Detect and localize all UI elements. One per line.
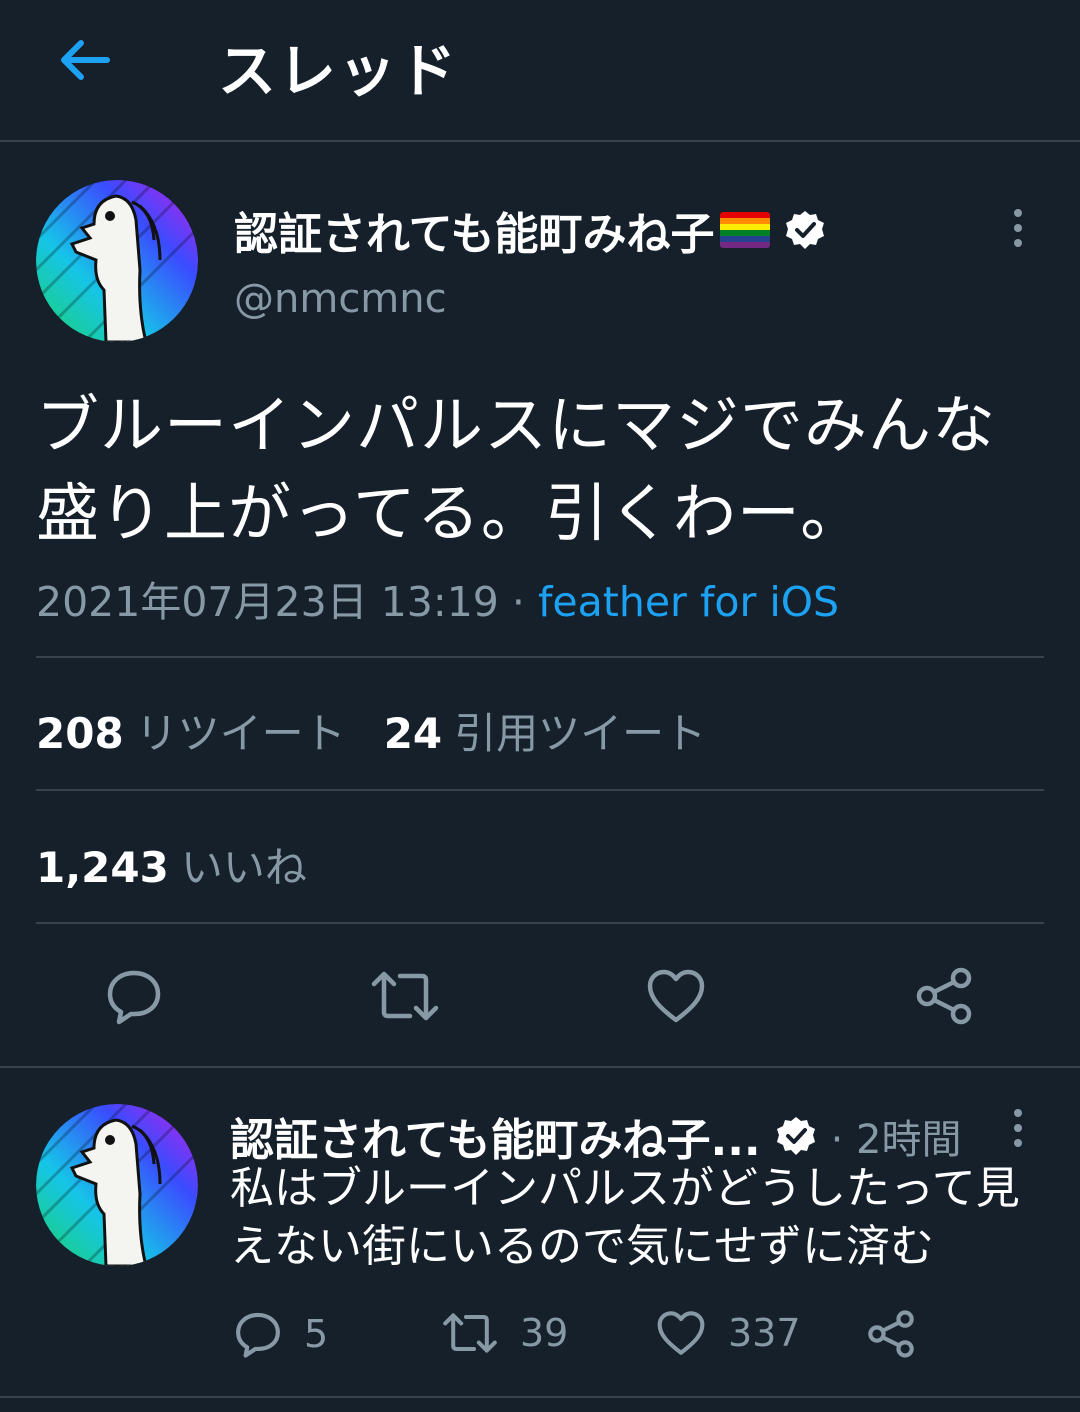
retweet-count: 39 <box>520 1311 569 1355</box>
share-icon <box>868 1310 914 1358</box>
reply-count: 5 <box>304 1312 329 1356</box>
reply-text: 私はブルーインパルスがどうしたって見えない街にいるので気にせずに済む <box>230 1163 1020 1272</box>
tweet-text: ブルーインパルスにマジでみんな 盛り上がってる。引くわー。 <box>36 389 996 550</box>
reply-button[interactable] <box>98 962 170 1030</box>
rainbow-flag-icon <box>720 212 771 248</box>
arrow-left-icon <box>61 40 110 80</box>
reply-icon <box>107 970 161 1025</box>
author-name-row[interactable]: 認証されても能町みね子 <box>234 198 826 262</box>
reply-more-options-icon[interactable] <box>1014 1109 1022 1147</box>
source-link[interactable]: feather for iOS <box>538 578 839 626</box>
retweet-button[interactable] <box>366 962 444 1030</box>
top-bar: スレッド <box>0 0 1080 142</box>
divider <box>0 1396 1080 1398</box>
reply-avatar[interactable] <box>36 1104 198 1266</box>
reply-display-name: 認証されても能町みね子... <box>230 1115 761 1166</box>
reply-icon <box>236 1312 280 1358</box>
like-count: 337 <box>728 1311 801 1355</box>
reply-author-row[interactable]: 認証されても能町みね子... · 2時間 <box>230 1104 962 1168</box>
divider <box>36 656 1044 658</box>
reply-reply-button[interactable]: 5 <box>234 1310 328 1358</box>
divider <box>36 789 1044 791</box>
heart-icon <box>647 969 705 1023</box>
reply-timestamp: · 2時間 <box>830 1117 962 1163</box>
more-options-icon[interactable] <box>1014 209 1022 247</box>
retweet-stats: 208 リツイート 24 引用ツイート <box>36 700 706 761</box>
likes-stat[interactable]: 1,243 いいね <box>36 834 307 895</box>
heart-icon <box>657 1311 705 1355</box>
divider <box>0 1066 1080 1068</box>
display-name: 認証されても能町みね子 <box>234 209 715 260</box>
reply-share-button[interactable] <box>866 1310 916 1358</box>
retweets-stat[interactable]: 208 リツイート <box>36 700 346 761</box>
likes-stats: 1,243 いいね <box>36 834 307 895</box>
retweet-icon <box>371 971 439 1021</box>
back-button[interactable] <box>52 28 116 92</box>
tweet-meta: 2021年07月23日 13:19 · feather for iOS <box>36 568 839 628</box>
verified-badge-icon <box>784 209 826 251</box>
share-button[interactable] <box>908 962 980 1030</box>
meta-separator: · <box>498 578 538 626</box>
like-button[interactable] <box>640 962 712 1030</box>
verified-badge-icon <box>775 1115 817 1157</box>
page-title: スレッド <box>218 37 459 105</box>
share-icon <box>916 967 972 1025</box>
retweet-icon <box>443 1313 497 1353</box>
quotes-stat[interactable]: 24 引用ツイート <box>384 700 706 761</box>
timestamp: 2021年07月23日 13:19 <box>36 578 499 626</box>
avatar[interactable] <box>36 180 198 342</box>
reply-like-button[interactable]: 337 <box>656 1310 801 1356</box>
divider <box>36 922 1044 924</box>
user-handle[interactable]: @nmcmnc <box>234 276 447 322</box>
reply-retweet-button[interactable]: 39 <box>442 1310 568 1356</box>
